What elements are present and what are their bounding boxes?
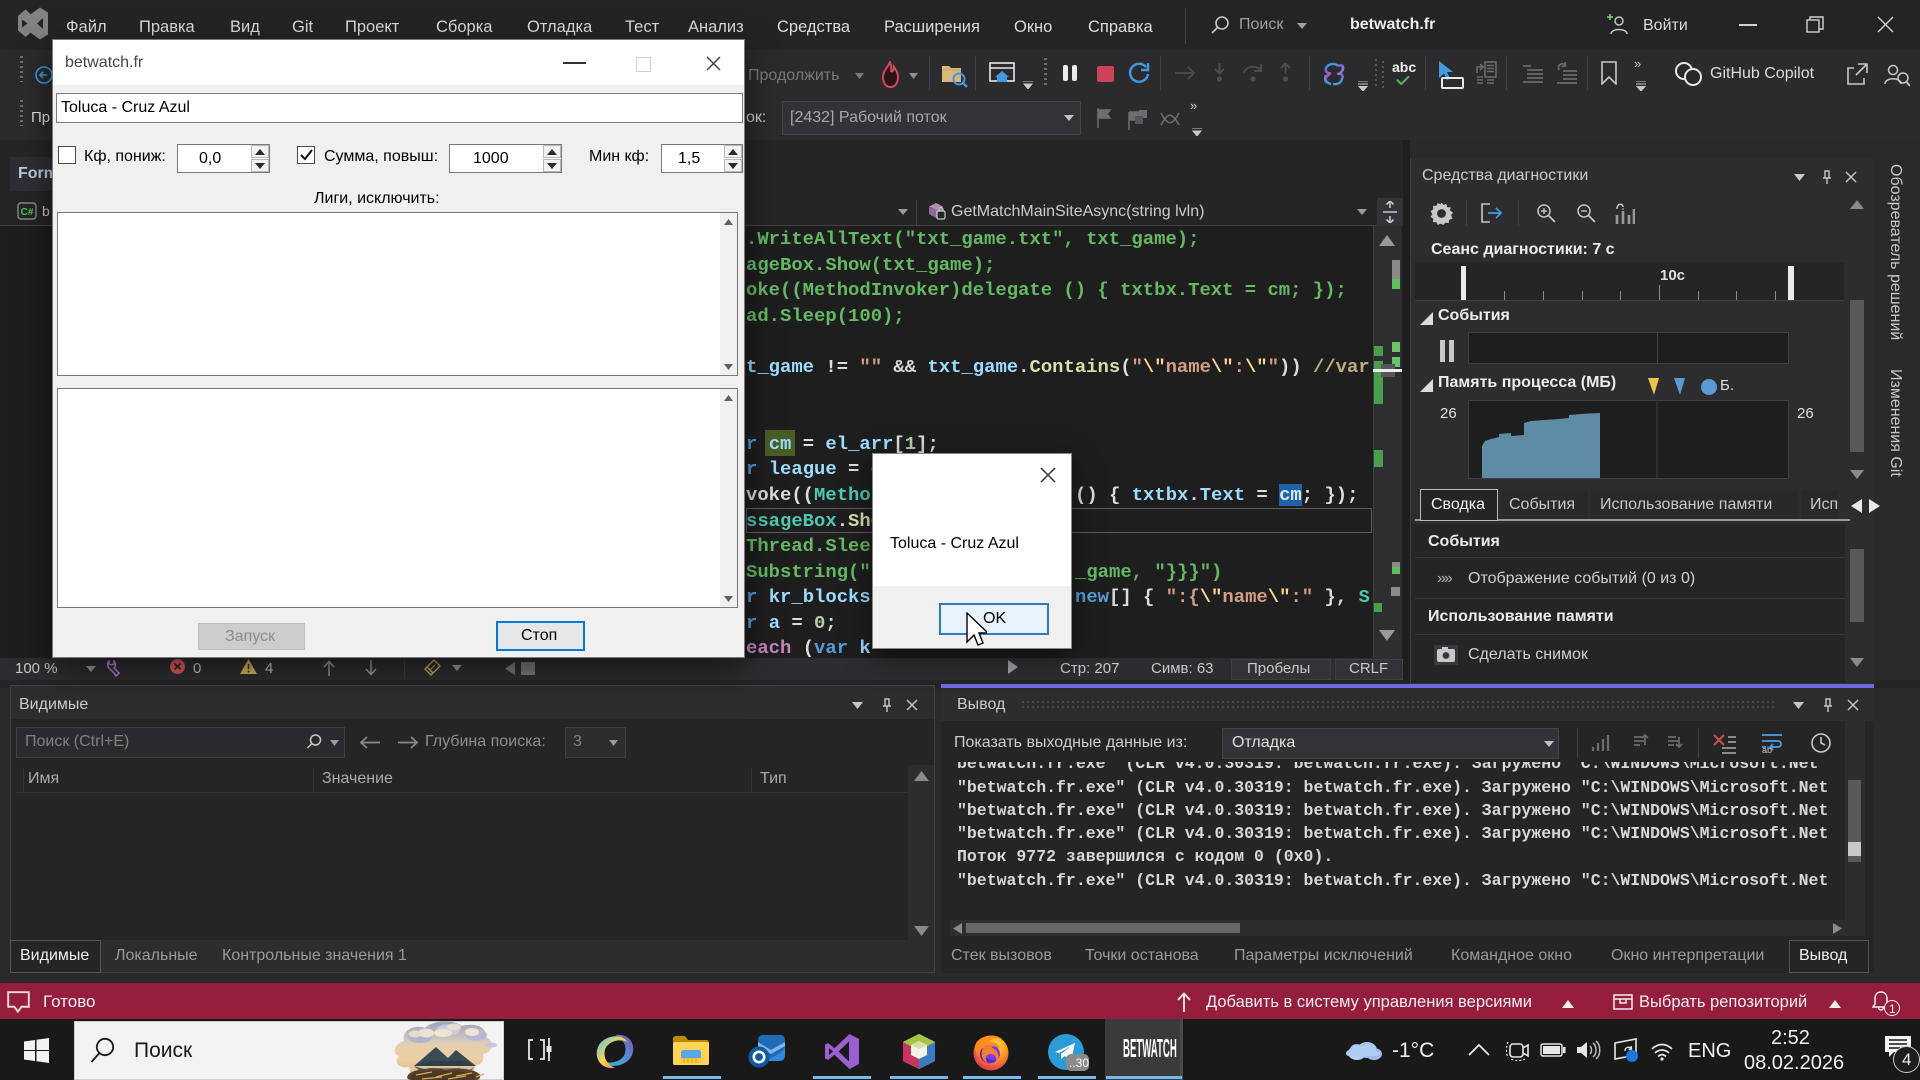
- svg-text:ab: ab: [1762, 745, 1772, 754]
- svg-text:C#: C#: [21, 207, 34, 218]
